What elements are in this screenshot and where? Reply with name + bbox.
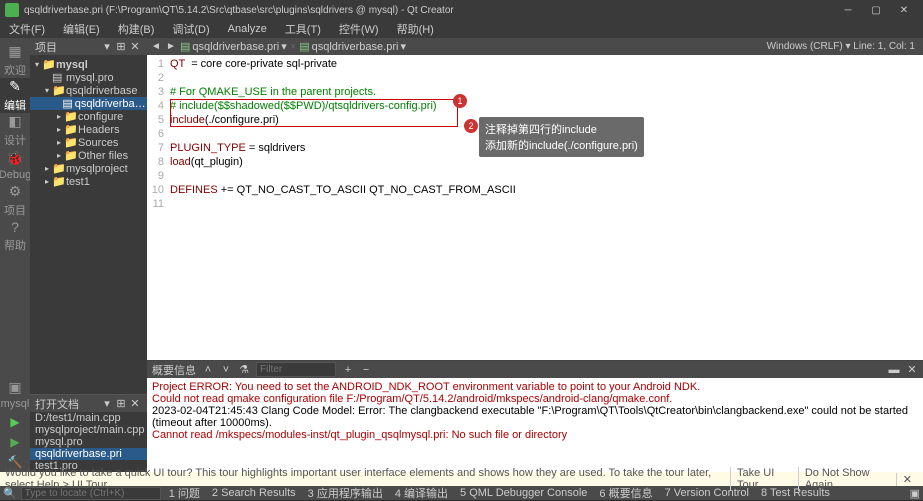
project-split-icon[interactable]: ⊞ — [114, 40, 128, 53]
annotation-badge-2: 2 — [464, 119, 478, 133]
mode-panel: ▦欢迎 ✎编辑 ◧设计 🐞Debug ⚙项目 ?帮助 ▣mysql ▶ ▶ 🔨 — [0, 38, 30, 472]
tree-node[interactable]: ▾📁qsqldriverbase — [30, 84, 147, 97]
openfile-item[interactable]: mysqlproject/main.cpp — [30, 424, 147, 436]
left-column: 项目 ▾ ⊞ ✕ ▾📁mysql▤mysql.pro▾📁qsqldriverba… — [30, 38, 147, 472]
mode-project[interactable]: ⚙项目 — [0, 183, 30, 218]
menu-help[interactable]: 帮助(H) — [393, 19, 438, 39]
output-zoom-in-icon[interactable]: + — [342, 364, 354, 376]
editor-toolbar: ◄ ► ▤ qsqldriverbase.pri ▾ × ▤ qsqldrive… — [147, 38, 923, 55]
openfiles-header: 打开文档 ▾ ⊞ ✕ — [30, 395, 147, 412]
run-button[interactable]: ▶ — [0, 412, 30, 432]
tree-node[interactable]: ▾📁mysql — [30, 58, 147, 71]
output-filter-input[interactable] — [256, 362, 336, 377]
menu-file[interactable]: 文件(F) — [5, 19, 49, 39]
output-area: 概要信息 ˄ ˅ ⚗ + − ▬ ✕ Project ERROR: You ne… — [147, 360, 923, 472]
output-next-icon[interactable]: ˅ — [220, 364, 232, 376]
project-tree[interactable]: ▾📁mysql▤mysql.pro▾📁qsqldriverbase▤qsqldr… — [30, 55, 147, 394]
tree-node[interactable]: ▸📁Sources — [30, 136, 147, 149]
nav-back-icon[interactable]: ◄ — [150, 41, 162, 52]
tree-node[interactable]: ▸📁test1 — [30, 175, 147, 188]
tree-node[interactable]: ▸📁configure — [30, 110, 147, 123]
titlebar: qsqldriverbase.pri (F:\Program\QT\5.14.2… — [0, 0, 923, 20]
openfiles-close-icon[interactable]: ✕ — [128, 397, 142, 410]
output-filter-icon[interactable]: ⚗ — [238, 363, 250, 376]
tree-node[interactable]: ▤qsqldriverbase.pri — [30, 97, 147, 110]
project-panel-header: 项目 ▾ ⊞ ✕ — [30, 38, 147, 55]
status-tab-5[interactable]: 5 QML Debugger Console — [456, 487, 591, 499]
status-tab-6[interactable]: 6 概要信息 — [595, 485, 656, 501]
menu-build[interactable]: 构建(B) — [114, 19, 159, 39]
editor-status[interactable]: Windows (CRLF) ▾ Line: 1, Col: 1 — [767, 41, 920, 52]
close-button[interactable]: ✕ — [890, 1, 918, 19]
output-body[interactable]: Project ERROR: You need to set the ANDRO… — [147, 378, 923, 472]
nav-fwd-icon[interactable]: ► — [165, 41, 177, 52]
menu-edit[interactable]: 编辑(E) — [59, 19, 104, 39]
run-target[interactable]: ▣mysql — [0, 377, 30, 412]
mode-welcome[interactable]: ▦欢迎 — [0, 43, 30, 78]
output-prev-icon[interactable]: ˄ — [202, 364, 214, 376]
openfile-item[interactable]: D:/test1/main.cpp — [30, 412, 147, 424]
minimize-button[interactable]: ─ — [834, 1, 862, 19]
tree-node[interactable]: ▤mysql.pro — [30, 71, 147, 84]
status-tab-2[interactable]: 2 Search Results — [208, 487, 300, 499]
mode-edit[interactable]: ✎编辑 — [0, 78, 30, 113]
openfile-item[interactable]: qsqldriverbase.pri — [30, 448, 147, 460]
status-tab-8[interactable]: 8 Test Results — [757, 487, 834, 499]
tree-node[interactable]: ▸📁Other files — [30, 149, 147, 162]
openfiles-filter-icon[interactable]: ▾ — [100, 397, 114, 410]
status-tab-1[interactable]: 1 问题 — [165, 485, 204, 501]
output-close-icon[interactable]: ✕ — [906, 363, 918, 376]
menu-widgets[interactable]: 控件(W) — [335, 19, 383, 39]
output-header: 概要信息 ˄ ˅ ⚗ + − ▬ ✕ — [147, 361, 923, 378]
output-min-icon[interactable]: ▬ — [888, 364, 900, 376]
openfiles-list[interactable]: D:/test1/main.cppmysqlproject/main.cppmy… — [30, 412, 147, 472]
project-close-icon[interactable]: ✕ — [128, 40, 142, 53]
maximize-button[interactable]: ▢ — [862, 1, 890, 19]
mode-design[interactable]: ◧设计 — [0, 113, 30, 148]
menu-tools[interactable]: 工具(T) — [281, 19, 325, 39]
menu-analyze[interactable]: Analyze — [224, 21, 271, 37]
project-filter-icon[interactable]: ▾ — [100, 40, 114, 53]
annotation-badge-1: 1 — [453, 94, 467, 108]
status-bar: 🔍 1 问题 2 Search Results 3 应用程序输出 4 编译输出 … — [0, 486, 923, 500]
status-tab-3[interactable]: 3 应用程序输出 — [304, 485, 387, 501]
locate-icon[interactable]: 🔍 — [3, 487, 17, 500]
status-close-icon[interactable]: ▣ — [910, 487, 920, 500]
openfile-item[interactable]: mysql.pro — [30, 436, 147, 448]
tour-bar: Would you like to take a quick UI tour? … — [0, 472, 923, 486]
editor-symbol-selector[interactable]: ▤ qsqldriverbase.pri ▾ — [299, 40, 406, 53]
locate-input[interactable] — [21, 487, 161, 500]
window-title: qsqldriverbase.pri (F:\Program\QT\5.14.2… — [24, 5, 834, 16]
tree-node[interactable]: ▸📁mysqlproject — [30, 162, 147, 175]
status-tab-7[interactable]: 7 Version Control — [661, 487, 753, 499]
openfiles-split-icon[interactable]: ⊞ — [114, 397, 128, 410]
output-zoom-out-icon[interactable]: − — [360, 364, 372, 376]
run-debug-button[interactable]: ▶ — [0, 432, 30, 452]
app-icon — [5, 3, 19, 17]
mode-help[interactable]: ?帮助 — [0, 218, 30, 253]
menubar: 文件(F) 编辑(E) 构建(B) 调试(D) Analyze 工具(T) 控件… — [0, 20, 923, 38]
editor-body[interactable]: 1234567891011 QT = core core-private sql… — [147, 55, 923, 360]
annotation-tooltip: 注释掉第四行的include 添加新的include(./configure.p… — [479, 117, 644, 157]
menu-debug[interactable]: 调试(D) — [168, 19, 213, 39]
tree-node[interactable]: ▸📁Headers — [30, 123, 147, 136]
editor-file-selector[interactable]: ▤ qsqldriverbase.pri ▾ — [180, 40, 287, 53]
tour-close-icon[interactable]: ✕ — [896, 473, 918, 486]
editor-area: ◄ ► ▤ qsqldriverbase.pri ▾ × ▤ qsqldrive… — [147, 38, 923, 472]
status-tab-4[interactable]: 4 编译输出 — [391, 485, 452, 501]
mode-debug[interactable]: 🐞Debug — [0, 148, 30, 183]
